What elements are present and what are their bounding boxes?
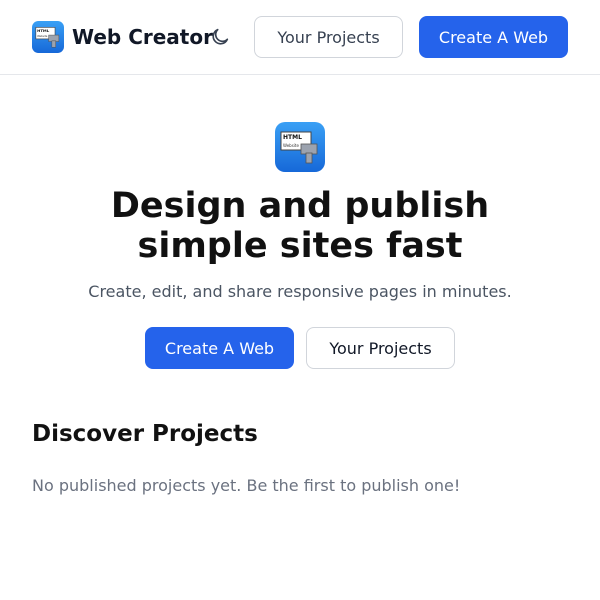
hero-logo-text-line1: HTML — [283, 134, 302, 141]
empty-projects-message: No published projects yet. Be the first … — [32, 476, 461, 495]
brand-name[interactable]: Web Creator — [72, 22, 213, 52]
hero-create-a-web-button[interactable]: Create A Web — [145, 327, 294, 369]
html-website-app-icon[interactable]: HTML Website — [32, 21, 64, 53]
moon-icon — [212, 28, 229, 45]
top-nav: HTML Website Web Creator Your Projects C… — [0, 0, 600, 75]
html-website-hero-icon: HTML Website — [275, 122, 325, 172]
create-a-web-button[interactable]: Create A Web — [419, 16, 568, 58]
hero-your-projects-button[interactable]: Your Projects — [306, 327, 455, 369]
logo-text-line1: HTML — [37, 28, 50, 33]
theme-toggle-button[interactable] — [208, 25, 232, 49]
hero-subtitle: Create, edit, and share responsive pages… — [88, 282, 512, 301]
hero-logo-text-line2: Website — [283, 143, 299, 148]
discover-projects-heading: Discover Projects — [32, 421, 258, 447]
your-projects-button[interactable]: Your Projects — [254, 16, 403, 58]
logo-text-line2: Website — [37, 34, 48, 38]
hero-title: Design and publish simple sites fast — [110, 186, 490, 266]
